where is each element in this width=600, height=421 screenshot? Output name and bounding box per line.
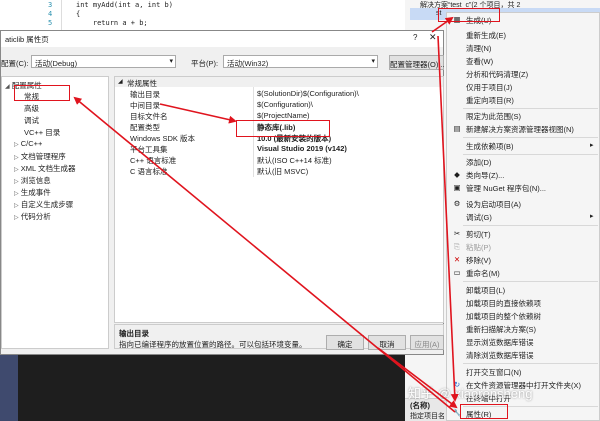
arrow-to-properties	[377, 347, 458, 409]
arrow-general-to-config-type	[159, 103, 237, 124]
arrow-properties-to-general	[73, 96, 456, 413]
arrow-context-to-properties	[437, 35, 459, 402]
annotation-arrows	[73, 16, 459, 413]
arrow-to-build	[431, 16, 454, 33]
